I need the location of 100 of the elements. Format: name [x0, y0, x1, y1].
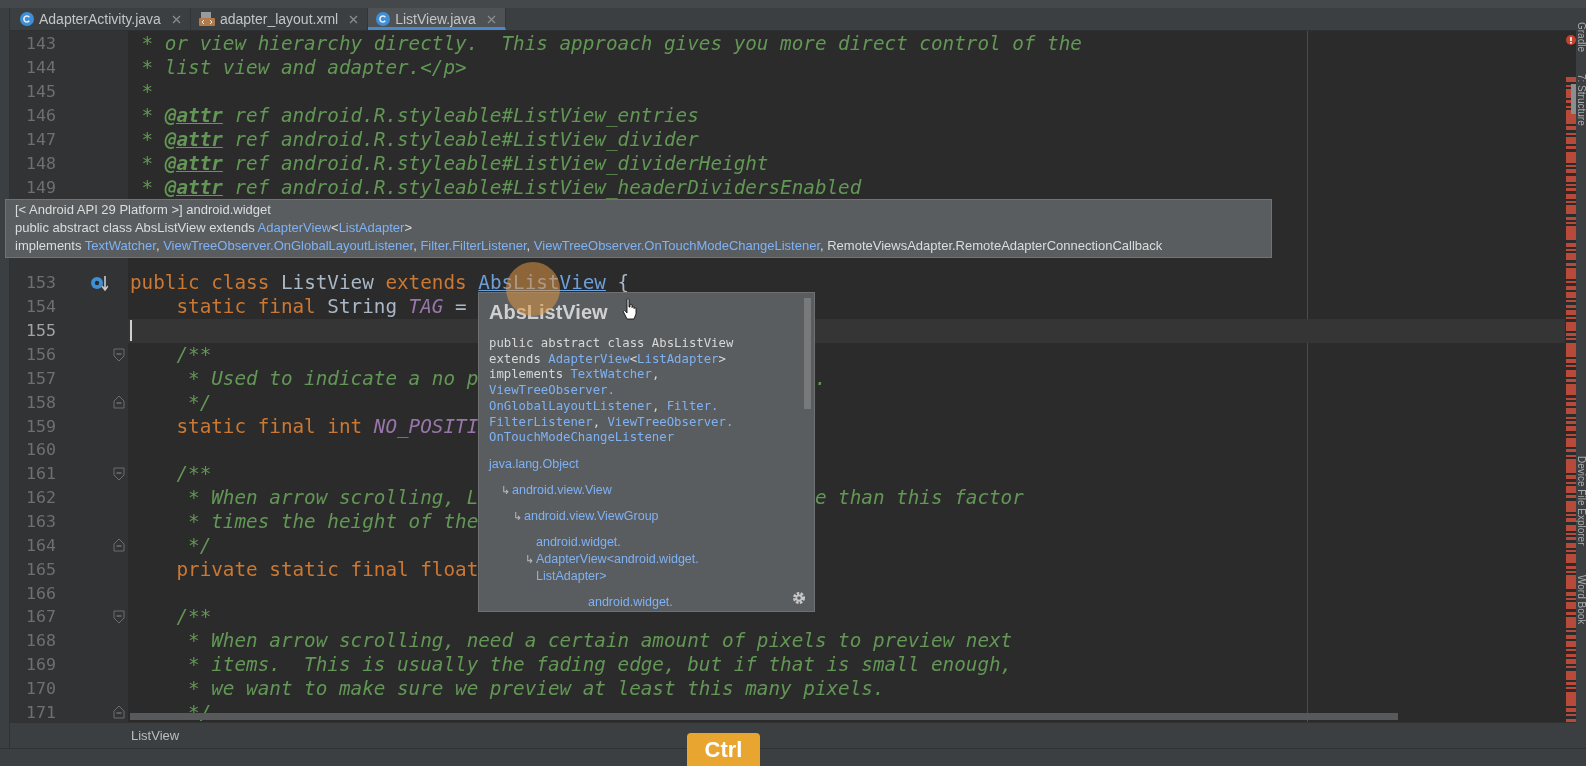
line-number: 158 — [25, 392, 56, 412]
code-text: * @attr ref android.R.styleable#ListView_divider — [140, 127, 699, 151]
fold-icon — [113, 347, 125, 362]
type-link[interactable]: AdapterView — [548, 351, 630, 366]
text-caret — [130, 320, 132, 342]
class-link[interactable]: android.view.ViewGroup — [524, 507, 659, 525]
line-number: 169 — [25, 655, 56, 675]
class-link[interactable]: java.lang.Object — [489, 455, 579, 473]
arrow-glyph: ↳ — [525, 552, 534, 566]
code-text: * list view and adapter.</p> — [140, 56, 467, 80]
code-text: e than this factor — [814, 486, 1024, 510]
code-text: * we want to make sure we preview at least this many pixels. — [187, 677, 885, 701]
code-text: static final int NO_POSITI — [175, 414, 479, 438]
editor-tab[interactable]: adapter_layout.xml — [190, 8, 369, 30]
type-link[interactable]: ViewTreeObserver. — [489, 383, 615, 398]
type-link[interactable]: OnTouchModeChangeListener — [489, 430, 675, 445]
xml-file-icon — [198, 12, 215, 26]
line-number: 162 — [25, 488, 56, 508]
line-number: 161 — [25, 464, 56, 484]
line-number: 146 — [25, 106, 56, 125]
code-text: * items. This is usually the fading edge, but if that is small enough, — [187, 653, 1013, 677]
overridden-method-icon — [90, 273, 108, 292]
arrow-glyph: ↳ — [501, 483, 510, 497]
type-link[interactable]: TextWatcher — [570, 367, 652, 382]
hand-cursor-icon — [622, 298, 638, 320]
info-line: implements TextWatcher, ViewTreeObserver.OnGlobalLayoutListener, Filter.FilterListener, ViewTreeObserver.OnTouchModeChangeListener, RemoteViewsAdapter.RemoteAdapterConnectionCallback — [15, 237, 1164, 255]
class-link[interactable]: android.widget. — [588, 593, 673, 611]
code-text: */ — [187, 533, 212, 557]
arrow-glyph: ↳ — [513, 509, 522, 523]
type-link[interactable]: Filter. — [666, 398, 719, 413]
line-number: 144 — [25, 58, 56, 78]
fold-icon — [113, 538, 125, 553]
fold-icon — [113, 466, 125, 481]
line-number: 170 — [25, 679, 56, 699]
line-number: 163 — [25, 512, 56, 532]
line-number: 167 — [25, 607, 56, 627]
code-text: * or view hierarchy directly. This approach gives you more direct control of the — [140, 32, 1082, 56]
info-line: public abstract class AbsListView extends AdapterView<ListAdapter> — [15, 219, 413, 237]
code-text: * @attr ref android.R.styleable#ListView_entries — [140, 104, 699, 127]
code-text: * — [140, 80, 154, 104]
line-number: 156 — [25, 345, 56, 364]
error-icon — [1565, 35, 1576, 45]
line-number: 166 — [25, 583, 56, 603]
code-text: /** — [175, 462, 212, 486]
signature-line: extends AdapterView<ListAdapter> — [489, 351, 727, 368]
code-text: * @attr ref android.R.styleable#ListView_headerDividersEnabled — [140, 175, 862, 199]
code-text: * Used to indicate a no p — [187, 366, 479, 390]
signature-line: OnGlobalLayoutListener, Filter. — [489, 398, 720, 415]
type-link[interactable]: TextWatcher — [84, 238, 156, 253]
line-number: 168 — [25, 631, 56, 651]
line-number: 164 — [25, 535, 56, 555]
line-number: 149 — [25, 177, 56, 197]
line-number: 160 — [25, 440, 56, 460]
breadcrumb[interactable]: ListView — [131, 728, 180, 743]
code-text: * times the height of the — [187, 510, 479, 534]
class-link[interactable]: android.view.View — [512, 481, 612, 499]
editor-tab[interactable]: AdapterActivity.java — [12, 8, 191, 30]
code-text: /** — [175, 605, 212, 629]
line-number: 154 — [25, 297, 56, 317]
code-text: * When arrow scrolling, L — [187, 486, 479, 510]
line-number: 148 — [25, 153, 56, 173]
signature-line: FilterListener, ViewTreeObserver. — [489, 414, 735, 431]
line-number: 155 — [25, 321, 56, 341]
type-link[interactable]: ViewTreeObserver. — [607, 414, 734, 429]
class-link[interactable]: android.widget. AdapterView<android.widget. ListAdapter> — [536, 533, 699, 585]
type-link[interactable]: ViewTreeObserver.OnGlobalLayoutListener — [163, 238, 414, 253]
signature-line: implements TextWatcher, — [489, 367, 661, 384]
line-number: 143 — [25, 34, 56, 54]
code-text: . — [814, 366, 827, 390]
line-number: 159 — [25, 416, 56, 436]
code-text: * When arrow scrolling, need a certain amount of pixels to preview next — [187, 629, 1013, 653]
info-line: [< Android API 29 Platform >] android.widget — [15, 201, 272, 219]
doc-title: AbsListView — [489, 301, 608, 324]
type-link[interactable]: AdapterView — [257, 220, 332, 235]
code-text: */ — [187, 390, 212, 414]
fold-icon — [113, 609, 125, 624]
type-link[interactable]: Filter.FilterListener — [420, 238, 527, 253]
line-number: 171 — [25, 702, 56, 722]
class-icon — [20, 12, 34, 26]
editor-tab[interactable]: ListView.java — [368, 8, 506, 30]
line-number: 153 — [25, 273, 56, 293]
class-icon — [376, 12, 391, 26]
line-number: 157 — [25, 368, 56, 388]
fold-icon — [113, 395, 125, 410]
close-icon — [486, 14, 496, 24]
type-link[interactable]: ListAdapter — [338, 220, 405, 235]
type-link[interactable]: OnGlobalLayoutListener — [489, 398, 652, 413]
line-number: 165 — [25, 559, 56, 579]
close-icon — [349, 14, 359, 24]
code-text: * @attr ref android.R.styleable#ListView_dividerHeight — [140, 151, 769, 175]
type-link[interactable]: ViewTreeObserver.OnTouchModeChangeListener — [533, 238, 820, 253]
type-link[interactable]: ListAdapter — [637, 351, 719, 366]
settings-icon — [792, 591, 806, 605]
key-badge: Ctrl — [687, 733, 760, 766]
signature-line: public abstract class AbsListView — [489, 336, 735, 352]
type-link[interactable]: FilterListener — [489, 414, 593, 429]
line-number: 147 — [25, 129, 56, 149]
line-number: 145 — [25, 82, 56, 102]
close-icon — [171, 14, 181, 24]
code-text: private static final float — [175, 557, 479, 581]
